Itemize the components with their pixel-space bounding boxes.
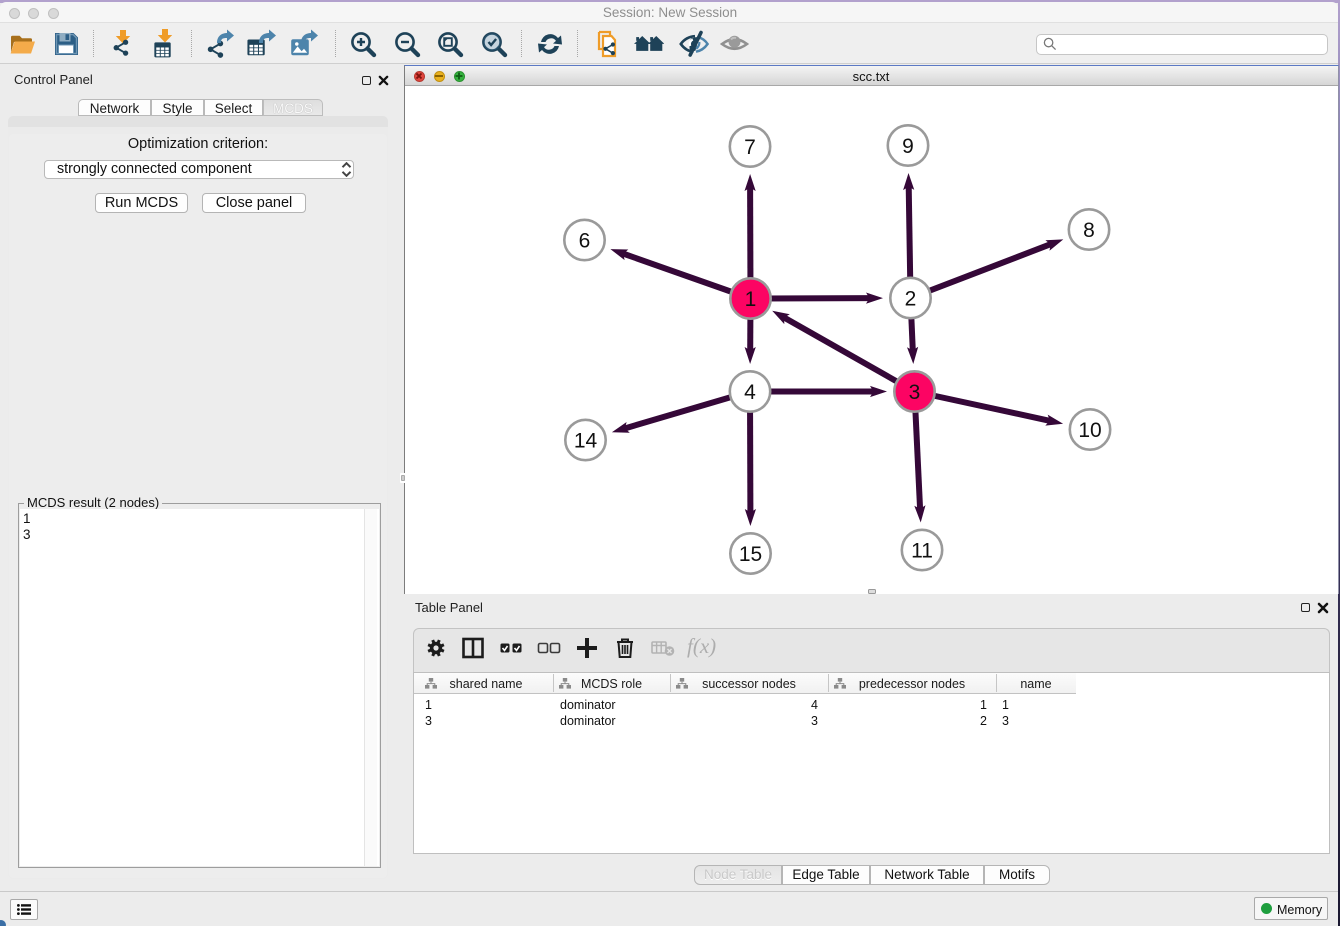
- svg-text:10: 10: [1078, 418, 1101, 441]
- svg-text:11: 11: [911, 539, 933, 562]
- svg-text:7: 7: [744, 135, 756, 158]
- svg-text:4: 4: [744, 380, 756, 403]
- svg-text:14: 14: [574, 429, 598, 452]
- svg-text:1: 1: [745, 287, 757, 310]
- svg-text:6: 6: [579, 229, 591, 252]
- svg-text:2: 2: [905, 287, 917, 310]
- svg-text:15: 15: [739, 542, 762, 565]
- svg-text:8: 8: [1083, 218, 1095, 241]
- svg-text:3: 3: [909, 380, 921, 403]
- svg-text:9: 9: [902, 134, 914, 157]
